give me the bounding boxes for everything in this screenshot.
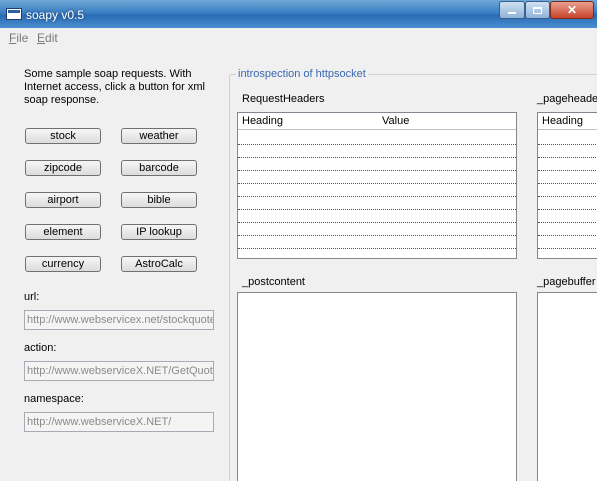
table-row bbox=[238, 157, 516, 158]
table-row bbox=[238, 235, 516, 236]
introspection-legend: introspection of httpsocket bbox=[236, 68, 368, 80]
barcode-button[interactable]: barcode bbox=[121, 160, 197, 176]
element-button[interactable]: element bbox=[25, 224, 101, 240]
app-window-icon[interactable] bbox=[6, 8, 22, 20]
table-row bbox=[538, 183, 597, 184]
description-text: Some sample soap requests. With Internet… bbox=[24, 68, 205, 106]
pagebuffer-textarea[interactable] bbox=[537, 292, 597, 481]
table-row bbox=[538, 196, 597, 197]
ip-lookup-button[interactable]: IP lookup bbox=[121, 224, 197, 240]
menu-file[interactable]: File bbox=[9, 31, 28, 45]
namespace-field[interactable]: http://www.webserviceX.NET/ bbox=[24, 412, 214, 432]
maximize-button[interactable] bbox=[525, 1, 550, 19]
request-headers-table[interactable]: Heading Value bbox=[237, 112, 517, 259]
table-row bbox=[238, 248, 516, 249]
column-heading[interactable]: Heading bbox=[242, 115, 283, 127]
page-headers-title: _pageheaders bbox=[537, 93, 597, 105]
table-row bbox=[238, 209, 516, 210]
zipcode-button[interactable]: zipcode bbox=[25, 160, 101, 176]
bible-button[interactable]: bible bbox=[121, 192, 197, 208]
menu-bar: File Edit bbox=[0, 28, 597, 48]
postcontent-textarea[interactable] bbox=[237, 292, 517, 481]
namespace-label: namespace: bbox=[24, 393, 84, 405]
page-headers-table[interactable]: Heading bbox=[537, 112, 597, 259]
weather-button[interactable]: weather bbox=[121, 128, 197, 144]
table-row bbox=[538, 235, 597, 236]
menu-edit[interactable]: Edit bbox=[37, 31, 58, 45]
minimize-button[interactable] bbox=[499, 1, 525, 19]
airport-button[interactable]: airport bbox=[25, 192, 101, 208]
astrocalc-button[interactable]: AstroCalc bbox=[121, 256, 197, 272]
url-field[interactable]: http://www.webservicex.net/stockquote.as… bbox=[24, 310, 214, 330]
table-row bbox=[538, 222, 597, 223]
table-row bbox=[238, 222, 516, 223]
table-row bbox=[238, 196, 516, 197]
request-headers-title: RequestHeaders bbox=[242, 93, 325, 105]
currency-button[interactable]: currency bbox=[25, 256, 101, 272]
app-window: soapy v0.5 ✕ File Edit Some sample soap … bbox=[0, 0, 597, 481]
maximize-icon bbox=[526, 2, 549, 18]
table-row bbox=[238, 170, 516, 171]
title-bar[interactable]: soapy v0.5 ✕ bbox=[0, 0, 597, 28]
table-row bbox=[538, 157, 597, 158]
stock-button[interactable]: stock bbox=[25, 128, 101, 144]
postcontent-title: _postcontent bbox=[242, 276, 305, 288]
table-row bbox=[238, 183, 516, 184]
table-row bbox=[238, 144, 516, 145]
close-icon: ✕ bbox=[566, 3, 578, 17]
column-heading[interactable]: Heading bbox=[542, 115, 583, 127]
close-button[interactable]: ✕ bbox=[550, 1, 594, 19]
column-value[interactable]: Value bbox=[382, 115, 409, 127]
pagebuffer-title: _pagebuffer bbox=[537, 276, 596, 288]
request-headers-header: Heading Value bbox=[238, 113, 516, 130]
window-title: soapy v0.5 bbox=[26, 8, 85, 22]
table-row bbox=[538, 144, 597, 145]
url-label: url: bbox=[24, 291, 40, 303]
action-field[interactable]: http://www.webserviceX.NET/GetQuote bbox=[24, 361, 214, 381]
table-row bbox=[538, 209, 597, 210]
action-label: action: bbox=[24, 342, 57, 354]
minimize-icon bbox=[500, 2, 524, 18]
table-row bbox=[538, 248, 597, 249]
table-row bbox=[538, 170, 597, 171]
page-headers-header: Heading bbox=[538, 113, 597, 130]
